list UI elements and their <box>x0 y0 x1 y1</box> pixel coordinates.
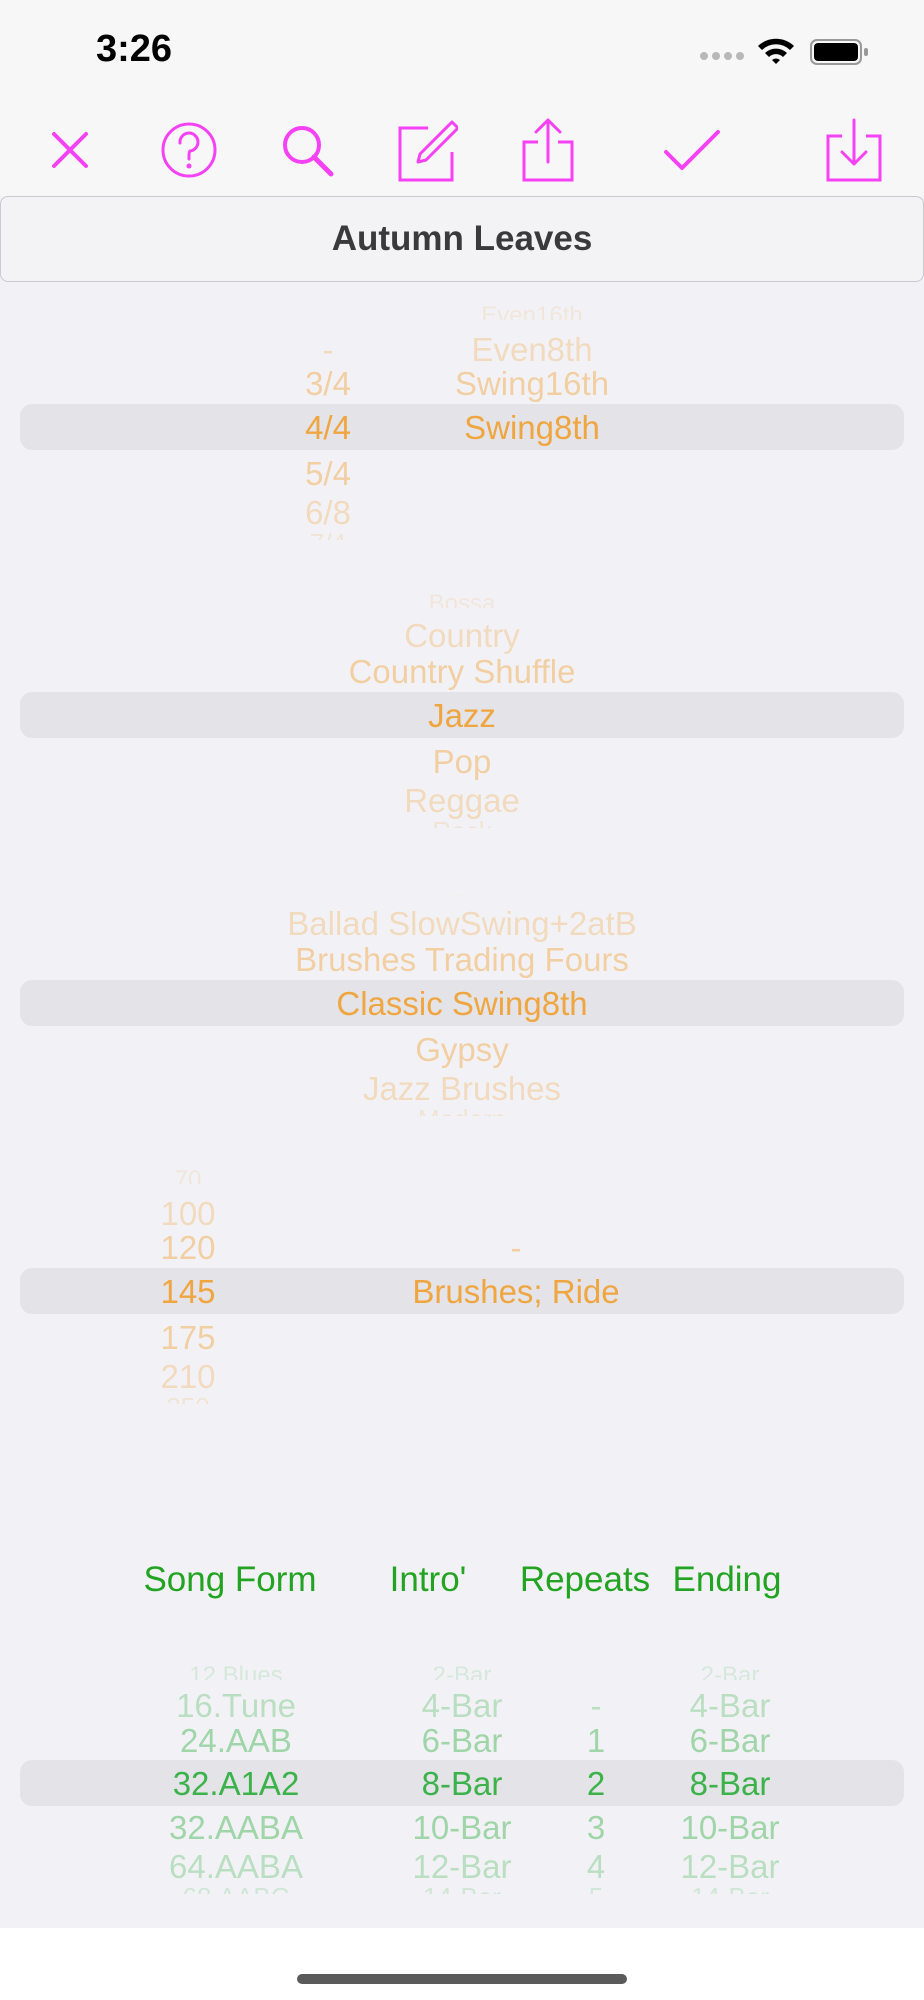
ending-option[interactable]: 12-Bar <box>680 1850 779 1883</box>
song-structure-picker[interactable]: 12.Blues 16.Tune 24.AAB 32.A1A2 32.AABA … <box>0 1664 924 1904</box>
feel-selected[interactable]: Swing8th <box>464 411 600 444</box>
repeats-header: Repeats <box>519 1560 651 1599</box>
edit-button[interactable] <box>394 118 460 182</box>
genre-option[interactable]: Rock <box>432 818 491 828</box>
intro-option[interactable]: 12-Bar <box>412 1850 511 1883</box>
time-signature-selected[interactable]: 4/4 <box>305 411 351 444</box>
style-option[interactable]: Jazz Brushes <box>363 1072 561 1105</box>
repeats-option[interactable]: - <box>591 1689 602 1722</box>
feel-option[interactable]: Even8th <box>471 333 592 366</box>
feel-option[interactable]: Swing16th <box>455 367 609 400</box>
battery-icon <box>810 39 868 65</box>
tempo-option[interactable]: 100 <box>160 1197 215 1230</box>
genre-option[interactable]: Country <box>404 619 520 652</box>
ending-option[interactable]: 6-Bar <box>690 1724 771 1757</box>
tempo-option[interactable]: 175 <box>160 1321 215 1354</box>
kit-selected[interactable]: Brushes; Ride <box>412 1275 619 1308</box>
intro-option[interactable]: 14-Bar <box>423 1884 501 1894</box>
ending-option[interactable]: 10-Bar <box>680 1811 779 1844</box>
style-option[interactable]: Ballad SlowSwing+2atB <box>287 907 636 940</box>
ending-option[interactable]: 2-Bar <box>701 1664 760 1680</box>
repeats-option[interactable]: 5 <box>589 1884 603 1894</box>
feel-option[interactable]: Even16th <box>481 304 582 320</box>
download-button[interactable] <box>822 118 886 182</box>
genre-selected[interactable]: Jazz <box>428 699 496 732</box>
tempo-option[interactable]: 70 <box>175 1168 202 1184</box>
song-form-option[interactable]: 64.AABA <box>169 1850 303 1883</box>
home-indicator[interactable] <box>297 1974 627 1984</box>
song-form-selected[interactable]: 32.A1A2 <box>173 1767 300 1800</box>
download-icon <box>826 118 882 182</box>
intro-option[interactable]: 10-Bar <box>412 1811 511 1844</box>
kit-option[interactable]: - <box>511 1231 522 1264</box>
time-signature-option[interactable]: 7/4 <box>310 530 346 540</box>
song-form-option[interactable]: 16.Tune <box>176 1689 296 1722</box>
style-option[interactable]: Modern <box>418 1106 506 1116</box>
time-signature-option[interactable]: 3/4 <box>305 367 351 400</box>
intro-option[interactable]: 6-Bar <box>422 1724 503 1757</box>
status-time: 3:26 <box>96 28 173 70</box>
repeats-option[interactable]: 4 <box>587 1850 605 1883</box>
time-signature-option[interactable]: - <box>323 333 334 366</box>
song-form-option[interactable]: 32.AABA <box>169 1811 303 1844</box>
help-button[interactable] <box>157 118 221 182</box>
repeats-option[interactable]: 1 <box>587 1724 605 1757</box>
status-bar: 3:26 <box>0 0 924 100</box>
intro-option[interactable]: 2-Bar <box>433 1664 492 1680</box>
repeats-selected[interactable]: 2 <box>587 1767 605 1800</box>
style-option[interactable]: - <box>458 884 466 896</box>
song-title: Autumn Leaves <box>331 219 593 258</box>
search-icon <box>283 126 334 177</box>
intro-option[interactable]: 4-Bar <box>422 1689 503 1722</box>
ending-option[interactable]: 4-Bar <box>690 1689 771 1722</box>
time-signature-option[interactable]: 5/4 <box>305 457 351 490</box>
tempo-option[interactable]: 210 <box>160 1360 215 1393</box>
genre-picker[interactable]: Bossa Country Country Shuffle Jazz Pop R… <box>0 588 924 828</box>
ending-header: Ending <box>672 1560 782 1599</box>
tempo-selected[interactable]: 145 <box>160 1275 215 1308</box>
ending-selected[interactable]: 8-Bar <box>690 1767 771 1800</box>
repeats-option[interactable]: 3 <box>587 1811 605 1844</box>
intro-selected[interactable]: 8-Bar <box>422 1767 503 1800</box>
wifi-icon <box>758 38 794 64</box>
help-icon <box>161 122 217 178</box>
meter-feel-picker[interactable]: - 3/4 4/4 5/4 6/8 7/4 Even16th Even8th S… <box>0 300 924 540</box>
search-button[interactable] <box>275 118 339 182</box>
song-form-header: Song Form <box>143 1560 317 1599</box>
genre-option[interactable]: Country Shuffle <box>349 655 576 688</box>
ending-option[interactable]: 14-Bar <box>691 1884 769 1894</box>
genre-option[interactable]: Reggae <box>404 784 520 817</box>
style-option[interactable]: Gypsy <box>415 1033 509 1066</box>
home-indicator-area <box>0 1928 924 2000</box>
song-form-option[interactable]: 68.AABC <box>183 1884 290 1894</box>
toolbar <box>0 100 924 196</box>
style-selected[interactable]: Classic Swing8th <box>336 987 587 1020</box>
share-button[interactable] <box>516 118 580 182</box>
style-picker[interactable]: - Ballad SlowSwing+2atB Brushes Trading … <box>0 876 924 1116</box>
genre-option[interactable]: Bossa <box>429 592 496 608</box>
cellular-signal-icon <box>700 52 746 62</box>
intro-header: Intro' <box>389 1560 467 1599</box>
tempo-option[interactable]: 120 <box>160 1231 215 1264</box>
tempo-kit-picker[interactable]: 70 100 120 145 175 210 250 - Brushes; Ri… <box>0 1164 924 1404</box>
time-signature-option[interactable]: 6/8 <box>305 496 351 529</box>
edit-icon <box>398 120 460 182</box>
tempo-option[interactable]: 250 <box>166 1394 209 1404</box>
confirm-button[interactable] <box>660 118 724 182</box>
song-form-option[interactable]: 12.Blues <box>189 1664 282 1680</box>
song-form-option[interactable]: 24.AAB <box>180 1724 292 1757</box>
checkmark-icon <box>664 130 720 170</box>
share-icon <box>522 118 574 182</box>
close-icon <box>52 132 88 168</box>
style-option[interactable]: Brushes Trading Fours <box>295 943 629 976</box>
selection-band <box>20 404 904 450</box>
song-title-field[interactable]: Autumn Leaves <box>0 196 924 282</box>
genre-option[interactable]: Pop <box>433 745 492 778</box>
close-button[interactable] <box>38 118 102 182</box>
